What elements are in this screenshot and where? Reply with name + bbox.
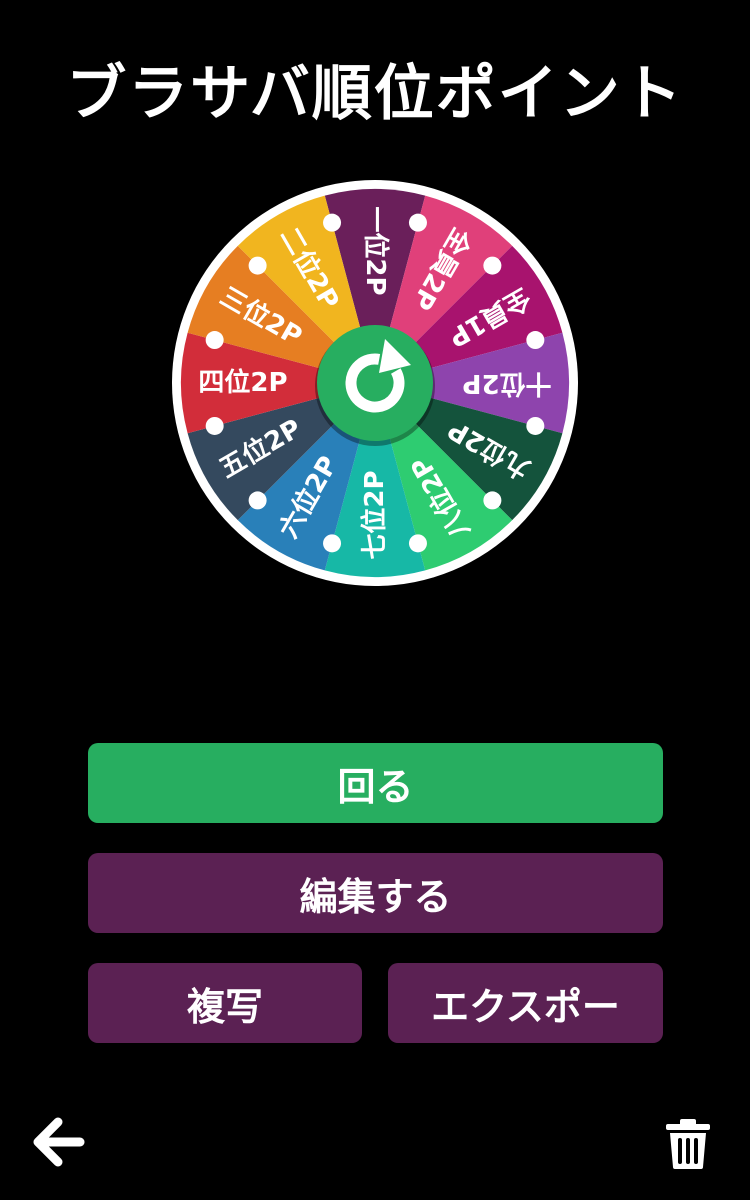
export-button[interactable]: エクスポー [388,963,663,1043]
wheel-peg [408,213,427,232]
wheel-peg [323,534,342,553]
wheel-segment-label: 十位2P [462,368,551,399]
spin-wheel[interactable]: 一位2P 全員2P 全員1P 十位2P 九位2P 八位2P 七位2P 六位2P 五位2P 四位2P… [170,178,580,588]
edit-button[interactable]: 編集する [88,853,663,933]
copy-button[interactable]: 複写 [88,963,362,1043]
wheel-segment-label: 七位2P [359,470,390,559]
wheel-peg [408,534,427,553]
wheel-peg [205,416,224,435]
trash-icon[interactable] [662,1118,714,1170]
wheel-peg [205,331,224,350]
spin-hub-button[interactable] [317,325,433,441]
arrow-left-icon[interactable] [28,1112,88,1172]
wheel-graphic[interactable]: 一位2P 全員2P全員1P十位2P九位2P八位2P七位2P六位2P五位2P四位2P… [170,178,580,588]
wheel-segment-label: 四位2P [198,367,287,398]
wheel-peg [323,213,342,232]
spin-button[interactable]: 回る [88,743,663,823]
wheel-peg [483,491,502,510]
wheel-peg [248,491,267,510]
wheel-peg [526,331,545,350]
wheel-peg [483,256,502,275]
page-title: ブラサバ順位ポイント [66,59,684,129]
wheel-segment-label: 一位2P [360,206,391,295]
wheel-peg [526,416,545,435]
wheel-peg [248,256,267,275]
